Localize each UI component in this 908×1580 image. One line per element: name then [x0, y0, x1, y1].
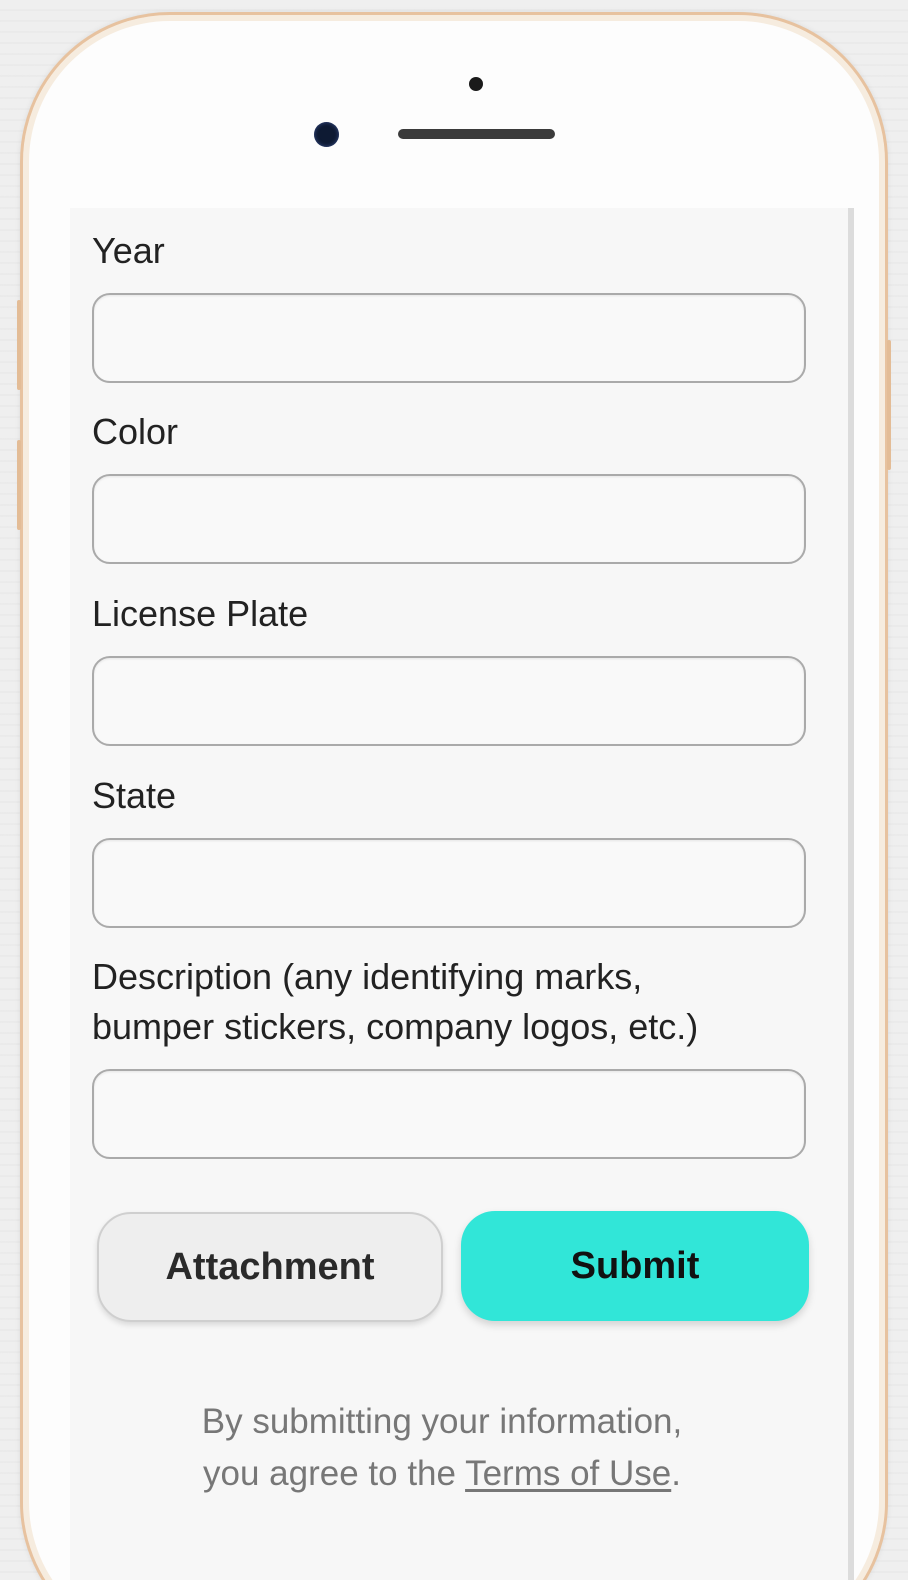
- terms-notice: By submitting your information, you agre…: [70, 1396, 814, 1500]
- license-plate-input[interactable]: [92, 656, 806, 746]
- description-input[interactable]: [92, 1069, 806, 1159]
- color-input[interactable]: [92, 474, 806, 564]
- proximity-sensor-icon: [469, 77, 483, 91]
- year-input[interactable]: [92, 293, 806, 383]
- year-label: Year: [92, 230, 165, 271]
- phone-side-button-right: [887, 340, 891, 470]
- phone-side-button-left-lower: [17, 440, 21, 530]
- terms-of-use-link[interactable]: Terms of Use: [465, 1454, 671, 1493]
- terms-suffix: .: [671, 1454, 681, 1493]
- form-screen: Year Color License Plate State Descripti…: [70, 208, 854, 1580]
- front-camera-icon: [314, 122, 339, 147]
- attachment-button[interactable]: Attachment: [97, 1212, 443, 1322]
- license-plate-label: License Plate: [92, 593, 309, 634]
- state-input[interactable]: [92, 838, 806, 928]
- description-label: Description (any identifying marks, bump…: [92, 956, 699, 1047]
- earpiece-speaker-icon: [398, 129, 555, 139]
- color-label: Color: [92, 411, 179, 452]
- state-label: State: [92, 775, 177, 816]
- submit-button[interactable]: Submit: [461, 1211, 809, 1321]
- phone-side-button-left: [17, 300, 21, 390]
